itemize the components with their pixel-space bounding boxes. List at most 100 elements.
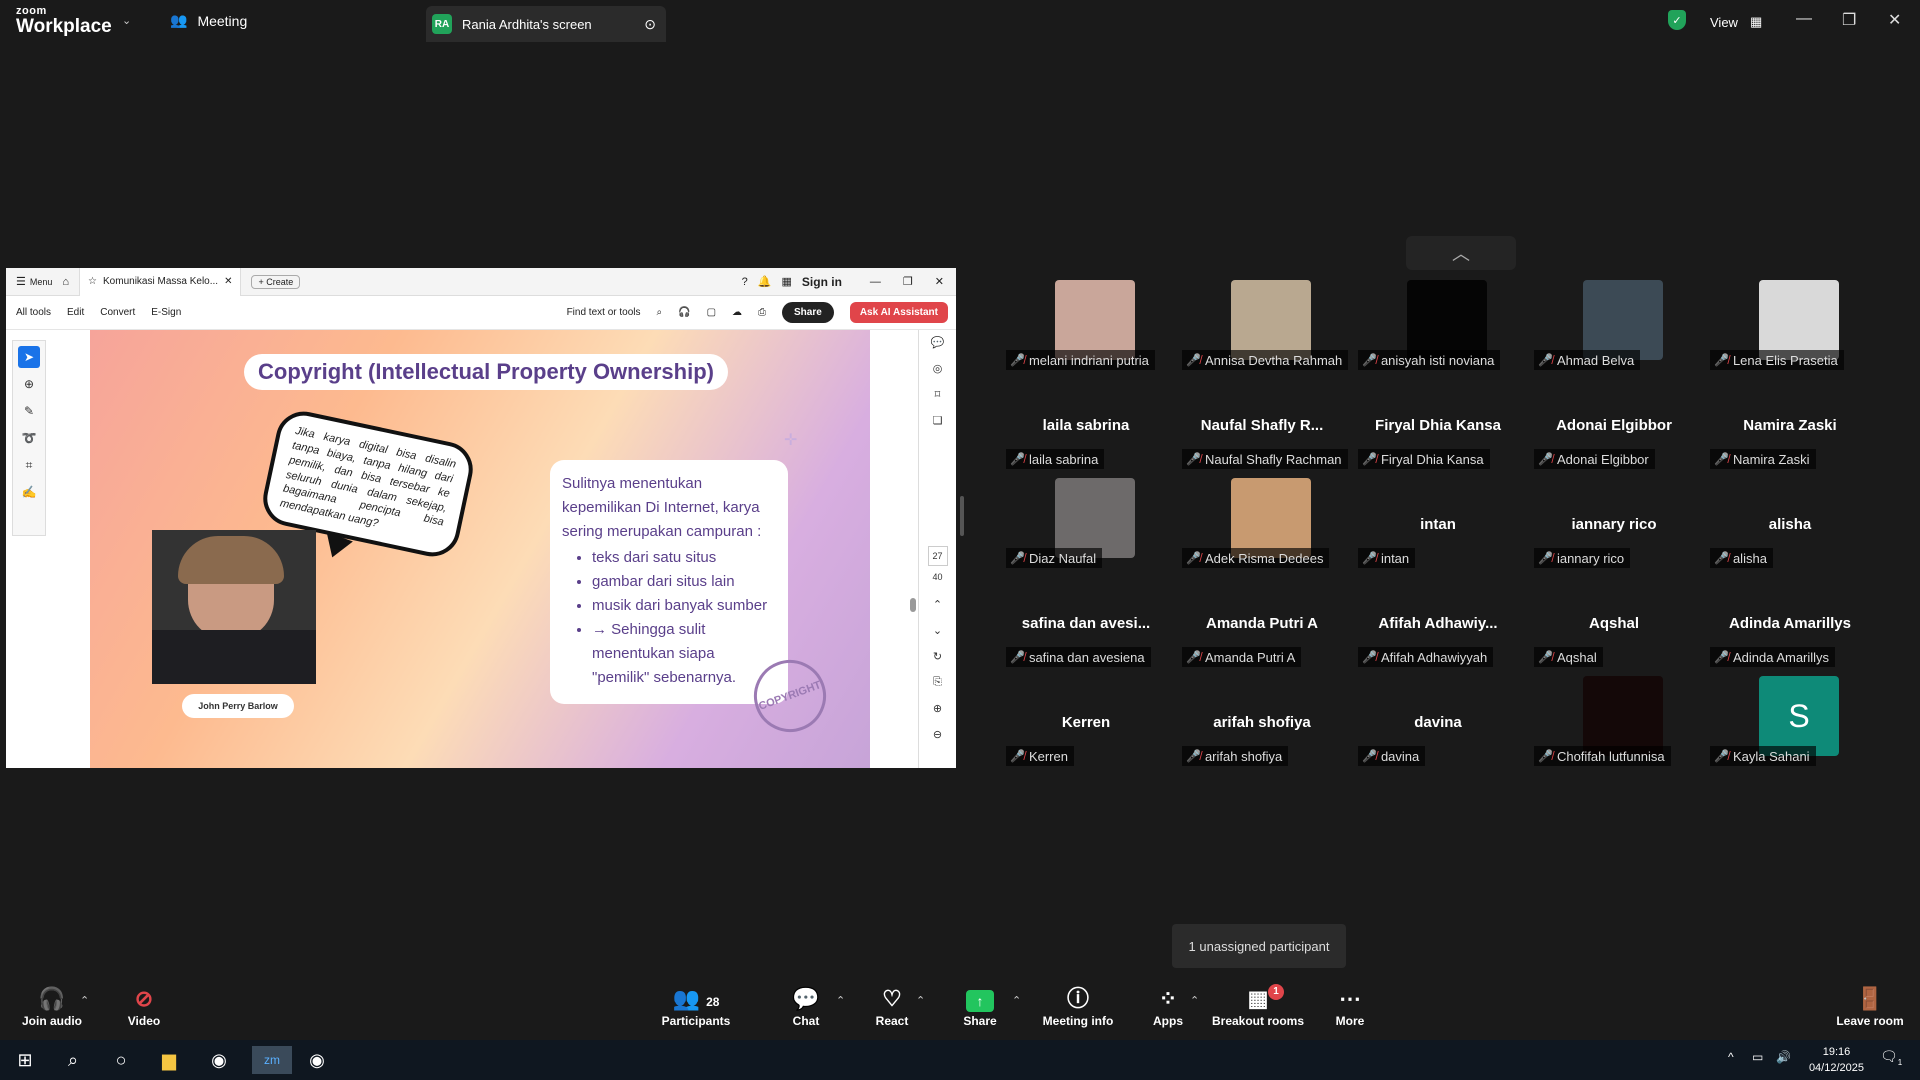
chevron-up-icon[interactable]: ⌃ <box>916 994 925 1007</box>
breakout-rooms-button[interactable]: ▦ 1 Breakout rooms <box>1208 984 1308 1028</box>
participant-tile[interactable]: Adinda Amarillys 🎤̸ Adinda Amarillys <box>1710 577 1870 667</box>
bell-icon[interactable]: 🔔 <box>758 275 772 288</box>
participant-tile[interactable]: intan 🎤̸ intan <box>1358 478 1518 568</box>
participant-tile[interactable]: safina dan avesi... 🎤̸ safina dan avesiena <box>1006 577 1166 667</box>
chrome-icon[interactable]: ◉ <box>302 1046 332 1074</box>
chevron-up-icon[interactable]: ⌃ <box>80 994 89 1007</box>
react-button[interactable]: ♡ React <box>842 984 942 1028</box>
search-icon[interactable]: ⌕ <box>58 1046 88 1074</box>
home-icon[interactable]: ⌂ <box>62 276 69 288</box>
leave-room-button[interactable]: 🚪 Leave room <box>1820 984 1920 1028</box>
esign-menu[interactable]: E-Sign <box>151 307 181 318</box>
participant-tile[interactable]: 🎤̸ Diaz Naufal <box>1006 478 1166 568</box>
help-icon[interactable]: ? <box>742 276 748 288</box>
restore-icon[interactable]: ❐ <box>1842 10 1856 30</box>
zoom-out-icon[interactable]: ⊖ <box>928 728 948 748</box>
minimize-icon[interactable]: — <box>870 276 881 288</box>
close-icon[interactable]: ✕ <box>1888 10 1901 30</box>
tray-chevron-icon[interactable]: ^ <box>1728 1050 1734 1064</box>
scrollbar-thumb[interactable] <box>910 598 916 612</box>
restore-icon[interactable]: ❐ <box>903 275 913 288</box>
lasso-icon[interactable]: ➰ <box>18 427 40 449</box>
participant-tile[interactable]: Firyal Dhia Kansa 🎤̸ Firyal Dhia Kansa <box>1358 379 1518 469</box>
upload-icon[interactable]: ☁ <box>732 307 742 318</box>
participant-tile[interactable]: Kerren 🎤̸ Kerren <box>1006 676 1166 766</box>
shared-screen[interactable]: ☰ Menu ⌂ ☆ Komunikasi Massa Kelo... ✕ + … <box>6 268 956 768</box>
more-options-icon[interactable]: ⊙ <box>644 16 656 33</box>
find-tools-input[interactable]: Find text or tools <box>567 307 641 318</box>
pen-icon[interactable]: ✎ <box>18 400 40 422</box>
search-icon[interactable]: ⌕ <box>657 307 663 318</box>
ai-assistant-button[interactable]: Ask AI Assistant <box>849 302 948 323</box>
network-icon[interactable]: ▭ <box>1752 1050 1763 1064</box>
create-button[interactable]: + Create <box>251 274 301 289</box>
participant-tile[interactable]: laila sabrina 🎤̸ laila sabrina <box>1006 379 1166 469</box>
sign-in-button[interactable]: Sign in <box>802 275 842 289</box>
participant-tile[interactable]: davina 🎤̸ davina <box>1358 676 1518 766</box>
chevron-up-icon[interactable]: ⌃ <box>928 598 948 618</box>
participants-button[interactable]: 👥 28 Participants <box>646 984 746 1028</box>
print-icon[interactable]: ⎙ <box>758 307 766 318</box>
participant-tile[interactable]: iannary rico 🎤̸ iannary rico <box>1534 478 1694 568</box>
chevron-up-icon[interactable]: ⌃ <box>1012 994 1021 1007</box>
chevron-down-icon[interactable]: ⌄ <box>122 14 131 27</box>
layers-icon[interactable]: ◎ <box>928 362 948 382</box>
apps-button[interactable]: ⁘ Apps <box>1118 984 1218 1028</box>
chevron-down-icon[interactable]: ⌄ <box>928 624 948 644</box>
close-icon[interactable]: ✕ <box>224 276 232 287</box>
participant-tile[interactable]: 🎤̸ Lena Elis Prasetia <box>1710 280 1870 370</box>
document-tab[interactable]: ☆ Komunikasi Massa Kelo... ✕ <box>79 268 242 296</box>
participant-tile[interactable]: alisha 🎤̸ alisha <box>1710 478 1870 568</box>
fit-page-icon[interactable]: ⎘ <box>928 676 948 696</box>
meeting-tab[interactable]: 👥 Meeting <box>170 12 247 29</box>
headphones-icon[interactable]: 🎧 <box>678 307 690 318</box>
notification-icon[interactable]: 🗨1 <box>1880 1048 1902 1067</box>
participant-tile[interactable]: Amanda Putri A 🎤̸ Amanda Putri A <box>1182 577 1342 667</box>
participant-tile[interactable]: 🎤̸ anisyah isti noviana <box>1358 280 1518 370</box>
cursor-icon[interactable]: ➤ <box>18 346 40 368</box>
save-icon[interactable]: ▢ <box>707 307 716 318</box>
participant-tile[interactable]: 🎤̸ melani indriani putria <box>1006 280 1166 370</box>
signature-icon[interactable]: ✍ <box>18 481 40 503</box>
more-button[interactable]: ⋯ More <box>1300 984 1400 1028</box>
gallery-collapse-button[interactable]: ︿ <box>1406 236 1516 270</box>
star-icon[interactable]: ☆ <box>88 276 97 287</box>
minimize-icon[interactable]: — <box>1796 10 1812 28</box>
menu-label[interactable]: Menu <box>30 277 53 287</box>
share-button[interactable]: Share <box>782 302 834 323</box>
splitter-handle[interactable] <box>960 496 964 536</box>
zoom-app-icon[interactable]: zm <box>252 1046 292 1074</box>
chrome-icon[interactable]: ◉ <box>204 1046 234 1074</box>
meeting-info-button[interactable]: ⓘ Meeting info <box>1028 984 1128 1028</box>
participant-tile[interactable]: S 🎤̸ Kayla Sahani <box>1710 676 1870 766</box>
windows-start-icon[interactable]: ⊞ <box>10 1046 40 1074</box>
participant-tile[interactable]: 🎤̸ Chofifah lutfunnisa <box>1534 676 1694 766</box>
close-icon[interactable]: ✕ <box>935 275 944 288</box>
participant-tile[interactable]: 🎤̸ Ahmad Belva <box>1534 280 1694 370</box>
screen-share-tab[interactable]: RA Rania Ardhita's screen ⊙ <box>426 6 666 42</box>
taskbar-clock[interactable]: 19:16 04/12/2025 <box>1809 1044 1864 1076</box>
participant-tile[interactable]: Afifah Adhawiy... 🎤̸ Afifah Adhawiyyah <box>1358 577 1518 667</box>
view-button[interactable]: View ▦ <box>1700 8 1770 36</box>
edit-menu[interactable]: Edit <box>67 307 84 318</box>
zoom-in-icon[interactable]: ⊕ <box>928 702 948 722</box>
participant-tile[interactable]: Adonai Elgibbor 🎤̸ Adonai Elgibbor <box>1534 379 1694 469</box>
apps-grid-icon[interactable]: ▦ <box>782 275 792 288</box>
menu-icon[interactable]: ☰ <box>16 275 26 288</box>
convert-menu[interactable]: Convert <box>100 307 135 318</box>
rotate-icon[interactable]: ↻ <box>928 650 948 670</box>
comment-icon[interactable]: 💬 <box>928 336 948 356</box>
file-explorer-icon[interactable]: ▆ <box>154 1046 184 1074</box>
participant-tile[interactable]: 🎤̸ Annisa Devtha Rahmah <box>1182 280 1349 370</box>
chevron-up-icon[interactable]: ⌃ <box>1190 994 1199 1007</box>
zoom-tool-icon[interactable]: ⊕ <box>18 373 40 395</box>
all-tools-menu[interactable]: All tools <box>16 307 51 318</box>
shield-icon[interactable]: ✓ <box>1668 10 1686 30</box>
page-number-field[interactable]: 27 <box>927 546 948 566</box>
participant-tile[interactable]: Namira Zaski 🎤̸ Namira Zaski <box>1710 379 1870 469</box>
pages-icon[interactable]: ❏ <box>928 414 948 434</box>
participant-tile[interactable]: Naufal Shafly R... 🎤̸ Naufal Shafly Rachma… <box>1182 379 1348 469</box>
participant-tile[interactable]: Aqshal 🎤̸ Aqshal <box>1534 577 1694 667</box>
bookmark-icon[interactable]: ⌑ <box>928 388 948 408</box>
participant-tile[interactable]: arifah shofiya 🎤̸ arifah shofiya <box>1182 676 1342 766</box>
